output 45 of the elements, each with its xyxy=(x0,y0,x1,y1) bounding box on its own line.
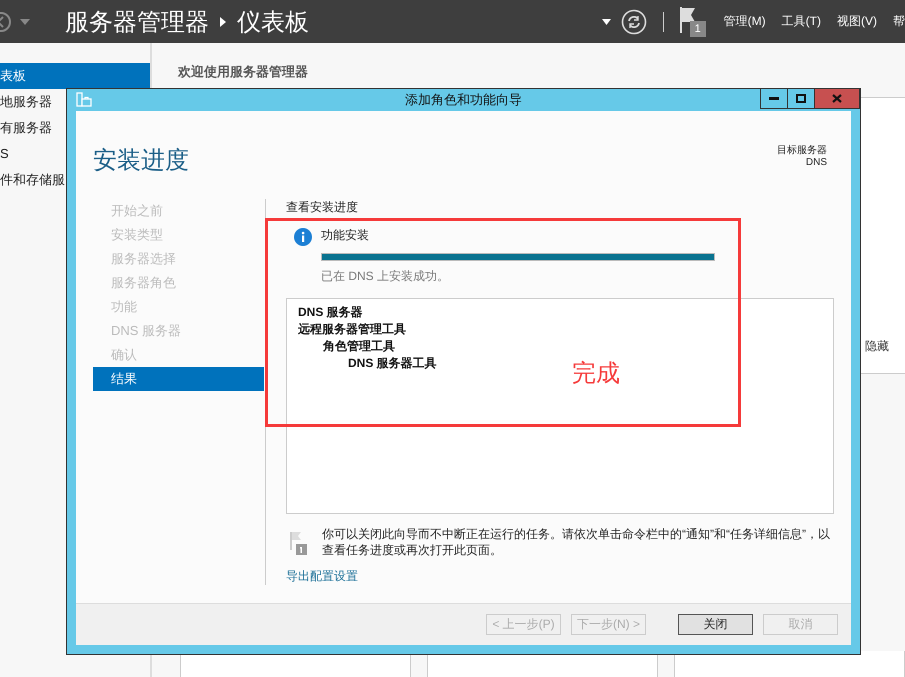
page-title: 仪表板 xyxy=(237,8,309,38)
info-note: 你可以关闭此向导而不中断正在运行的任务。请依次单击命令栏中的“通知”和“任务详细信息”，以查看任务进度或再次打开此页面。 xyxy=(322,526,831,558)
breadcrumb-arrow-icon xyxy=(219,16,227,26)
wizard-step[interactable]: 服务器角色 xyxy=(93,271,264,295)
page-heading: 安装进度 xyxy=(93,146,189,176)
wizard-step[interactable]: 服务器选择 xyxy=(93,247,264,271)
minimize-button[interactable] xyxy=(760,89,788,109)
notification-count: 1 xyxy=(690,20,706,36)
annotation-text: 完成 xyxy=(572,359,620,389)
dialog-title: 添加角色和功能向导 xyxy=(405,91,522,109)
result-item: 角色管理工具 xyxy=(323,338,395,355)
wizard-step[interactable]: 结果 xyxy=(93,367,264,391)
close-button[interactable] xyxy=(814,89,860,109)
wizard-step[interactable]: 确认 xyxy=(93,343,264,367)
sidebar-item[interactable]: 表板 xyxy=(0,63,150,89)
flag-icon xyxy=(290,530,308,556)
menu-item[interactable]: 工具(T) xyxy=(782,13,821,30)
wizard-step[interactable]: DNS 服务器 xyxy=(93,319,264,343)
result-item: 远程服务器管理工具 xyxy=(298,321,406,338)
progress-status: 已在 DNS 上安装成功。 xyxy=(321,268,450,285)
welcome-heading: 欢迎使用服务器管理器 xyxy=(176,63,309,81)
section-title: 查看安装进度 xyxy=(286,199,359,213)
progress-title: 功能安装 xyxy=(321,227,370,244)
caret-icon[interactable] xyxy=(20,18,30,24)
wizard-button[interactable]: 关闭 xyxy=(678,614,753,635)
hide-link[interactable]: 隐藏 xyxy=(861,338,889,355)
menu-item[interactable]: 帮 xyxy=(893,13,905,30)
info-icon xyxy=(294,228,312,246)
export-settings-link[interactable]: 导出配置设置 xyxy=(286,568,358,585)
wizard-step[interactable]: 功能 xyxy=(93,295,264,319)
result-item: DNS 服务器工具 xyxy=(348,355,437,372)
wizard-step[interactable]: 开始之前 xyxy=(93,199,264,223)
target-server-name: DNS xyxy=(806,157,827,168)
app-title: 服务器管理器 xyxy=(65,8,209,38)
maximize-icon xyxy=(796,94,806,103)
menu-item[interactable]: 管理(M) xyxy=(724,13,766,30)
server-briefcase-icon xyxy=(76,92,92,108)
result-item: DNS 服务器 xyxy=(298,304,363,321)
target-server-label: 目标服务器 xyxy=(777,144,827,157)
menu-item[interactable]: 视图(V) xyxy=(837,13,877,30)
minimize-icon xyxy=(769,96,779,100)
refresh-icon[interactable] xyxy=(620,8,647,34)
dropdown-caret-icon[interactable] xyxy=(602,18,611,24)
close-icon xyxy=(832,94,842,103)
wizard-step[interactable]: 安装类型 xyxy=(93,223,264,247)
